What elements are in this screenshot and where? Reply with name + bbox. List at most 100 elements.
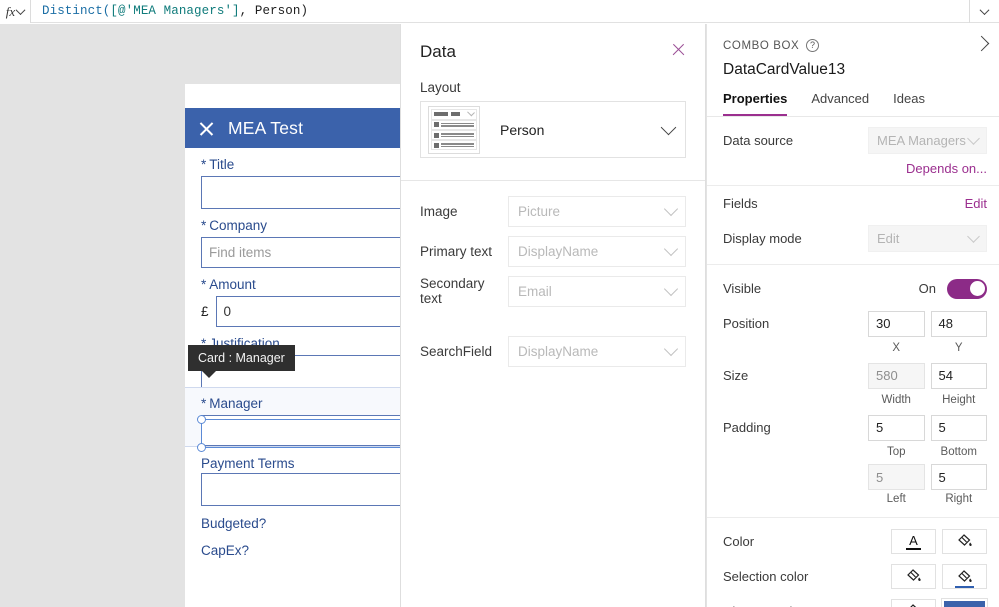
- secondary-text-field-select[interactable]: Email: [508, 275, 686, 307]
- image-field-select[interactable]: Picture: [508, 195, 686, 227]
- property-row-selection-color: Selection color: [707, 559, 999, 594]
- data-source-select[interactable]: MEA Managers: [868, 127, 987, 154]
- searchfield-select[interactable]: DisplayName: [508, 335, 686, 367]
- chevron-color-swatches: [868, 598, 988, 607]
- size-inputs: 580 54: [868, 362, 987, 389]
- data-panel-title: Data: [420, 42, 456, 61]
- required-asterisk: *: [201, 277, 207, 292]
- padding-bottom-input[interactable]: 5: [930, 414, 987, 441]
- tab-advanced[interactable]: Advanced: [811, 91, 869, 116]
- chevron-down-icon: [979, 4, 990, 15]
- property-row-visible: Visible On: [707, 271, 999, 306]
- company-placeholder: Find items: [209, 245, 272, 260]
- formula-input[interactable]: Distinct([@'MEA Managers'], Person): [31, 4, 969, 18]
- padding-inputs-top: 5 5: [868, 414, 987, 441]
- font-color-icon[interactable]: A: [891, 529, 936, 554]
- sublabel-x: X: [892, 342, 901, 354]
- property-label-display-mode: Display mode: [723, 231, 802, 246]
- control-name: DataCardValue13: [723, 61, 846, 78]
- chevron-down-icon: [663, 341, 679, 357]
- property-label-data-source: Data source: [723, 133, 794, 148]
- padding-top-input[interactable]: 5: [868, 414, 925, 441]
- tab-properties[interactable]: Properties: [723, 91, 788, 116]
- layout-value: Person: [500, 121, 545, 138]
- sublabel-left: Left: [886, 493, 906, 505]
- tab-ideas[interactable]: Ideas: [893, 91, 925, 116]
- property-row-fields: Fields Edit: [707, 186, 999, 221]
- resize-handle-top-left[interactable]: [197, 415, 206, 424]
- data-field-primary-text[interactable]: Primary text DisplayName: [401, 231, 705, 271]
- formula-args: , Person): [239, 4, 309, 18]
- position-y-input[interactable]: 48: [930, 310, 987, 337]
- padding-sublabels-top: Top Bottom: [707, 445, 999, 462]
- formula-bar: fx Distinct([@'MEA Managers'], Person): [0, 0, 999, 23]
- property-row-color: Color A: [707, 524, 999, 559]
- app-root: fx Distinct([@'MEA Managers'], Person) M…: [0, 0, 999, 607]
- formula-expand-button[interactable]: [969, 0, 999, 23]
- visible-state-label: On: [918, 281, 936, 296]
- data-field-label-searchfield: SearchField: [420, 343, 493, 359]
- property-label-padding: Padding: [723, 420, 771, 435]
- required-asterisk: *: [201, 396, 207, 411]
- data-field-image[interactable]: Image Picture: [401, 191, 705, 231]
- size-sublabels: Width Height: [707, 393, 999, 410]
- app-title: MEA Test: [228, 117, 304, 138]
- question-icon[interactable]: ?: [806, 39, 820, 52]
- properties-tabs: Properties Advanced Ideas: [707, 79, 999, 117]
- chevron-down-icon: [967, 132, 980, 145]
- fill-color-underline-icon[interactable]: [942, 564, 987, 589]
- data-field-searchfield[interactable]: SearchField DisplayName: [401, 331, 705, 371]
- currency-symbol: £: [201, 304, 209, 319]
- sublabel-top: Top: [886, 446, 906, 458]
- chevron-down-icon: [663, 241, 679, 257]
- data-field-label-image: Image: [420, 203, 458, 219]
- padding-inputs-bottom: 5 5: [868, 464, 987, 490]
- data-field-label-secondary-text: Secondary text: [420, 276, 485, 306]
- sublabel-right: Right: [945, 493, 973, 505]
- fill-color-icon[interactable]: [891, 599, 936, 607]
- display-mode-select[interactable]: Edit: [868, 225, 987, 252]
- position-sublabels: X Y: [707, 341, 999, 358]
- close-icon[interactable]: [198, 120, 215, 137]
- formula-function: Distinct(: [42, 4, 111, 18]
- position-x-input[interactable]: 30: [868, 310, 925, 337]
- data-panel: Data Layout Person Image Picture Primary…: [400, 24, 706, 607]
- required-asterisk: *: [201, 157, 207, 172]
- size-width-input[interactable]: 580: [868, 362, 925, 389]
- layout-label: Layout: [420, 80, 461, 95]
- depends-on-link[interactable]: Depends on...: [906, 161, 987, 176]
- chevron-down-icon: [967, 230, 980, 243]
- close-icon[interactable]: [671, 42, 686, 57]
- fill-color-icon[interactable]: [891, 564, 936, 589]
- chevron-color-swatch[interactable]: [941, 598, 988, 607]
- visible-toggle-group: On: [918, 278, 987, 299]
- property-label-position: Position: [723, 316, 770, 331]
- fields-edit-link[interactable]: Edit: [965, 196, 987, 211]
- chevron-down-icon: [15, 4, 26, 15]
- chevron-down-icon[interactable]: [660, 119, 677, 135]
- padding-right-input[interactable]: 5: [930, 464, 987, 490]
- padding-left-input[interactable]: 5: [868, 464, 925, 490]
- data-field-secondary-text[interactable]: Secondary text Email: [401, 271, 705, 311]
- property-label-fields: Fields: [723, 196, 758, 211]
- layout-selector[interactable]: Person: [420, 101, 686, 158]
- sublabel-height: Height: [942, 394, 976, 406]
- sublabel-bottom: Bottom: [940, 446, 977, 458]
- property-row-padding: Padding 5 5: [707, 410, 999, 445]
- data-field-label-primary-text: Primary text: [420, 243, 493, 259]
- property-label-selection-color: Selection color: [723, 569, 809, 584]
- required-asterisk: *: [201, 218, 207, 233]
- fill-color-icon[interactable]: [942, 529, 987, 554]
- size-height-input[interactable]: 54: [930, 362, 987, 389]
- property-row-position: Position 30 48: [707, 306, 999, 341]
- selection-color-swatches: [868, 564, 987, 589]
- color-swatches: A: [868, 529, 987, 554]
- primary-text-field-select[interactable]: DisplayName: [508, 235, 686, 267]
- layout-thumbnail-icon: [428, 105, 480, 154]
- sublabel-y: Y: [954, 342, 963, 354]
- fx-dropdown-button[interactable]: fx: [0, 0, 31, 23]
- visible-toggle[interactable]: [947, 278, 987, 299]
- property-label-color: Color: [723, 534, 755, 549]
- property-row-data-source: Data source MEA Managers: [707, 123, 999, 158]
- property-row-padding-2: 5 5: [707, 462, 999, 492]
